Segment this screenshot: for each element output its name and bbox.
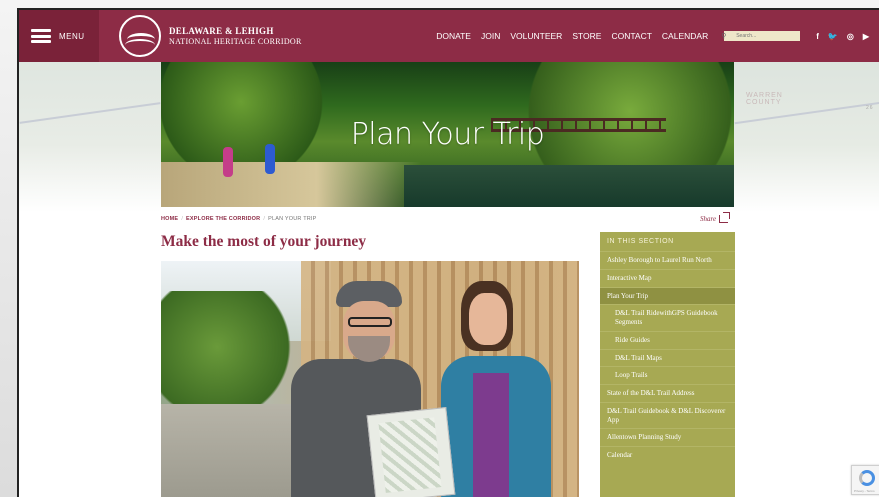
instagram-icon[interactable]: ◎ (847, 32, 854, 41)
social-links: f 🐦 ◎ ▶ (816, 32, 869, 41)
sidebar-item-guidebook-app[interactable]: D&L Trail Guidebook & D&L Discoverer App (600, 401, 735, 429)
search-input[interactable] (724, 31, 801, 41)
browser-viewport: MENU DELAWARE & LEHIGH NATIONAL HERITAGE… (17, 8, 879, 497)
sidebar-item-allentown-study[interactable]: Allentown Planning Study (600, 428, 735, 446)
map-route-number: 26 (866, 105, 874, 111)
menu-label: MENU (59, 31, 85, 41)
nav-contact[interactable]: CONTACT (611, 31, 651, 41)
main-nav: DONATE JOIN VOLUNTEER STORE CONTACT CALE… (436, 31, 801, 41)
nav-volunteer[interactable]: VOLUNTEER (510, 31, 562, 41)
share-button[interactable]: Share (700, 212, 731, 223)
sidebar-item-interactive-map[interactable]: Interactive Map (600, 268, 735, 287)
logo-title: DELAWARE & LEHIGH (169, 26, 274, 37)
breadcrumb-current: PLAN YOUR TRIP (268, 216, 317, 222)
site-logo[interactable]: DELAWARE & LEHIGH NATIONAL HERITAGE CORR… (119, 15, 302, 57)
hero-title: Plan Your Trip (350, 117, 545, 152)
facebook-icon[interactable]: f (816, 32, 819, 41)
recaptcha-text: Privacy - Terms (854, 489, 875, 493)
sidebar-item-trail-maps[interactable]: D&L Trail Maps (600, 348, 735, 367)
sidebar-item-ridewithgps[interactable]: D&L Trail RidewithGPS Guidebook Segments (600, 304, 735, 331)
map-county-label: WARREN COUNTY (746, 92, 783, 106)
share-label: Share (700, 215, 717, 223)
map-background-left (19, 62, 161, 212)
youtube-icon[interactable]: ▶ (863, 32, 869, 41)
feature-photo (161, 261, 579, 497)
nav-calendar[interactable]: CALENDAR (662, 31, 708, 41)
sidebar-item-loop-trails[interactable]: Loop Trails (600, 366, 735, 384)
sidebar-item-ashley-borough[interactable]: Ashley Borough to Laurel Run North (600, 251, 735, 269)
nav-donate[interactable]: DONATE (436, 31, 471, 41)
hero-banner: Plan Your Trip (161, 62, 734, 207)
nav-store[interactable]: STORE (572, 31, 601, 41)
sidebar-heading: IN THIS SECTION (607, 238, 674, 245)
recaptcha-badge[interactable]: Privacy - Terms (851, 465, 879, 495)
search-box: ⚲ (718, 31, 801, 41)
sidebar-item-ride-guides[interactable]: Ride Guides (600, 330, 735, 349)
map-background-right: WARREN COUNTY 26 (734, 62, 879, 212)
sidebar-item-state-address[interactable]: State of the D&L Trail Address (600, 384, 735, 402)
search-icon: ⚲ (721, 33, 727, 40)
twitter-icon[interactable]: 🐦 (828, 32, 838, 41)
nav-join[interactable]: JOIN (481, 31, 500, 41)
page-title: Make the most of your journey (161, 233, 367, 250)
breadcrumb: HOME / EXPLORE THE CORRIDOR / PLAN YOUR TRIP (161, 216, 317, 222)
logo-emblem-icon (119, 15, 161, 57)
logo-subtitle: NATIONAL HERITAGE CORRIDOR (169, 36, 302, 46)
section-sidebar: IN THIS SECTION Ashley Borough to Laurel… (600, 232, 735, 497)
breadcrumb-home[interactable]: HOME (161, 216, 178, 222)
site-header: MENU DELAWARE & LEHIGH NATIONAL HERITAGE… (19, 10, 879, 62)
paper-map-graphic (366, 407, 456, 497)
breadcrumb-explore[interactable]: EXPLORE THE CORRIDOR (186, 216, 260, 222)
hamburger-icon (31, 29, 51, 43)
sidebar-item-plan-your-trip[interactable]: Plan Your Trip (600, 286, 735, 305)
recaptcha-icon (859, 470, 875, 486)
share-icon (719, 212, 731, 223)
sidebar-item-calendar[interactable]: Calendar (600, 446, 735, 464)
menu-button[interactable]: MENU (19, 10, 99, 62)
